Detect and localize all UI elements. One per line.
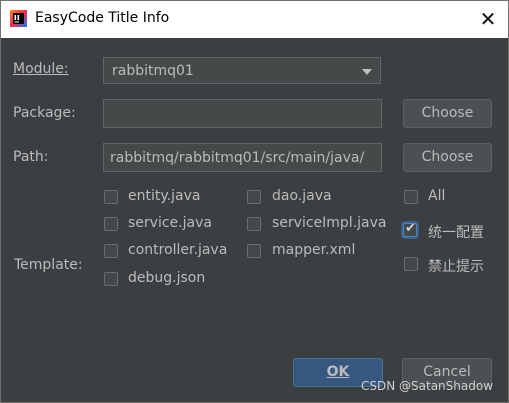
intellij-app-icon (10, 10, 27, 27)
template-label-dao: dao.java (272, 188, 332, 204)
dialog-window: EasyCode Title Info ✕ Module: rabbitmq01… (0, 0, 509, 403)
path-choose-button[interactable]: Choose (403, 143, 492, 172)
path-field[interactable] (103, 143, 382, 172)
path-input[interactable] (104, 144, 381, 171)
template-label-controller: controller.java (128, 242, 228, 258)
cancel-button-label: Cancel (423, 364, 471, 380)
template-checkbox-dao[interactable] (247, 190, 261, 204)
template-checkbox-entity[interactable] (104, 190, 118, 204)
option-label-unified-config: 统一配置 (428, 225, 484, 241)
template-checkbox-controller[interactable] (104, 244, 118, 258)
title-bar: EasyCode Title Info ✕ (1, 1, 508, 38)
ok-button-label: OK (326, 364, 350, 380)
package-input[interactable] (104, 100, 381, 127)
window-title: EasyCode Title Info (35, 10, 170, 26)
package-field[interactable] (103, 99, 382, 128)
package-choose-button[interactable]: Choose (403, 99, 492, 128)
template-label-entity: entity.java (128, 188, 201, 204)
option-checkbox-disable-prompt[interactable] (404, 257, 418, 271)
template-checkbox-debug[interactable] (104, 272, 118, 286)
template-label: Template: (14, 257, 83, 273)
option-label-disable-prompt: 禁止提示 (428, 259, 484, 275)
option-label-all: All (428, 188, 446, 204)
module-label-text: Module: (13, 61, 69, 77)
template-label-mapper: mapper.xml (272, 242, 356, 258)
template-label-debug: debug.json (128, 270, 206, 286)
template-checkbox-mapper[interactable] (247, 244, 261, 258)
checkmark-icon: ✔ (405, 221, 416, 236)
module-value: rabbitmq01 (112, 63, 194, 79)
option-checkbox-unified-config[interactable]: ✔ (403, 221, 417, 237)
template-label-service: service.java (128, 215, 212, 231)
path-label: Path: (13, 149, 49, 165)
module-label: Module: (13, 61, 69, 77)
template-label-serviceimpl: serviceImpl.java (272, 215, 387, 231)
close-icon[interactable]: ✕ (477, 7, 499, 31)
option-checkbox-all[interactable] (404, 190, 418, 204)
template-checkbox-service[interactable] (104, 217, 118, 231)
module-combobox[interactable]: rabbitmq01 (103, 57, 381, 84)
package-label: Package: (13, 105, 76, 121)
chevron-down-icon (362, 69, 372, 75)
watermark: CSDN @SatanShadow (361, 379, 494, 393)
template-checkbox-serviceimpl[interactable] (247, 217, 261, 231)
